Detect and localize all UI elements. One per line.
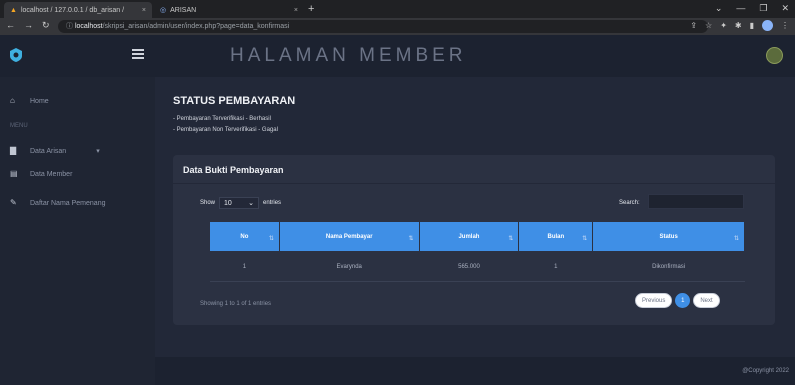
page-title: HALAMAN MEMBER [230,45,467,66]
search-input[interactable] [648,194,744,209]
close-tab-icon[interactable]: × [142,7,146,14]
pen-icon: ✎ [10,198,17,207]
document-icon: ▇ [10,146,17,155]
sort-icon: ⇅ [508,236,514,242]
cell-nama: Evarynda [279,251,420,282]
sort-icon: ⇅ [268,236,274,242]
sort-icon: ⇅ [733,236,739,242]
sidebar-item-label: Data Arisan [30,147,67,155]
main-content: STATUS PEMBAYARAN - Pembayaran Terverifi… [155,77,795,357]
sort-icon: ⇅ [408,236,414,242]
next-button[interactable]: Next [693,293,720,308]
entries-label: entries [263,200,282,206]
close-tab-icon[interactable]: × [294,7,298,14]
app-topbar: HALAMAN MEMBER [0,35,795,77]
tab-favicon-icon: ◎ [160,7,167,14]
search-label: Search: [619,200,640,206]
sidebar-item-label: Data Member [30,170,73,178]
sidebar: ⌂ Home MENU ▇ Data Arisan ▾ ▤ Data Membe… [0,77,155,385]
payment-card: Data Bukti Pembayaran Show 10 ⌄ entries … [173,155,775,325]
nav-buttons: ← → ↻ [6,20,50,31]
browser-tab-arisan[interactable]: ◎ ARISAN × [154,2,304,18]
home-icon: ⌂ [10,96,15,105]
profile-avatar[interactable] [762,20,773,31]
browser-tab-bar: ▲ localhost / 127.0.0.1 / db_arisan / × … [0,0,795,18]
list-icon: ▤ [10,169,18,178]
hamburger-menu-icon[interactable] [132,49,144,59]
chevron-down-icon: ▾ [96,148,100,155]
copyright-text: @Copyright 2022 [742,368,789,374]
footer: @Copyright 2022 [155,357,795,385]
url-input[interactable]: ⓘ localhost/skripsi_arisan/admin/user/in… [58,20,708,33]
section-title: STATUS PEMBAYARAN [173,95,296,107]
cell-jumlah: 565.000 [419,251,519,282]
sidebar-item-label: Daftar Nama Pemenang [30,199,106,207]
user-avatar[interactable] [766,47,783,64]
sidebar-item-daftar-pemenang[interactable]: ✎ Daftar Nama Pemenang [10,199,105,207]
sort-icon: ⇅ [582,236,588,242]
sidebar-item-data-arisan[interactable]: ▇ Data Arisan ▾ [10,146,100,156]
table-info: Showing 1 to 1 of 1 entries [200,301,272,307]
browser-tab-phpmyadmin[interactable]: ▲ localhost / 127.0.0.1 / db_arisan / × [4,2,152,18]
menu-dots-icon[interactable]: ⋮ [781,21,789,30]
sidebar-icon[interactable]: ▮ [750,21,754,30]
status-note: - Pembayaran Non Terverifikasi - Gagal [173,127,278,133]
tab-label: localhost / 127.0.0.1 / db_arisan / [20,6,125,14]
forward-icon[interactable]: → [24,20,33,31]
table-row: 1 Evarynda 565.000 1 Dikonfirmasi [209,251,745,282]
reload-icon[interactable]: ↻ [42,20,50,31]
table-header-row: No ⇅ Nama Pembayar ⇅ Jumlah ⇅ Bulan ⇅ Status… [209,221,745,252]
new-tab-button[interactable]: + [308,3,314,15]
column-header-jumlah[interactable]: Jumlah ⇅ [418,221,520,252]
window-controls: ⌄ — ❐ ✕ [715,3,789,14]
column-header-nama[interactable]: Nama Pembayar ⇅ [278,221,420,252]
tab-favicon-icon: ▲ [10,6,17,14]
payment-table: No ⇅ Nama Pembayar ⇅ Jumlah ⇅ Bulan ⇅ Status… [209,221,745,282]
cell-no: 1 [209,251,280,282]
show-label: Show [200,200,216,206]
column-header-no[interactable]: No ⇅ [209,221,280,252]
pagination: Previous 1 Next [635,293,720,308]
close-window-icon[interactable]: ✕ [781,3,789,14]
cell-status: Dikonfirmasi [592,251,745,282]
share-icon[interactable]: ⇪ [690,21,697,30]
back-icon[interactable]: ← [6,20,15,31]
minimize-icon[interactable]: — [736,3,745,14]
sidebar-item-home[interactable]: ⌂ Home [10,97,49,105]
entries-length-control: Show 10 ⌄ entries [200,197,281,209]
status-note: - Pembayaran Terverifikasi - Berhasil [173,116,271,122]
url-host: localhost [74,23,103,30]
puzzle-icon[interactable]: ✱ [735,21,742,30]
extension-icon[interactable]: ✦ [720,21,727,30]
sidebar-section-label: MENU [10,123,28,129]
page-button-current[interactable]: 1 [675,293,691,308]
previous-button[interactable]: Previous [635,293,673,308]
chevron-down-icon: ⌄ [248,200,255,207]
divider [173,183,775,184]
sidebar-item-label: Home [30,97,49,105]
tab-label: ARISAN [170,6,197,14]
sidebar-item-data-member[interactable]: ▤ Data Member [10,170,72,178]
column-header-status[interactable]: Status ⇅ [592,221,745,252]
address-bar: ← → ↻ ⓘ localhost/skripsi_arisan/admin/u… [0,18,795,35]
shield-logo-icon [10,48,22,62]
chevron-down-icon[interactable]: ⌄ [715,3,723,14]
info-icon: ⓘ [66,23,73,30]
cell-bulan: 1 [518,251,593,282]
restore-icon[interactable]: ❐ [759,3,767,14]
entries-value: 10 [224,199,232,207]
star-icon[interactable]: ☆ [705,21,712,30]
card-title: Data Bukti Pembayaran [183,165,284,175]
url-path: /skripsi_arisan/admin/user/index.php?pag… [102,23,290,30]
column-header-bulan[interactable]: Bulan ⇅ [518,221,594,252]
browser-extensions: ⇪ ☆ ✦ ✱ ▮ ⋮ [690,20,789,31]
entries-select[interactable]: 10 ⌄ [219,197,260,209]
